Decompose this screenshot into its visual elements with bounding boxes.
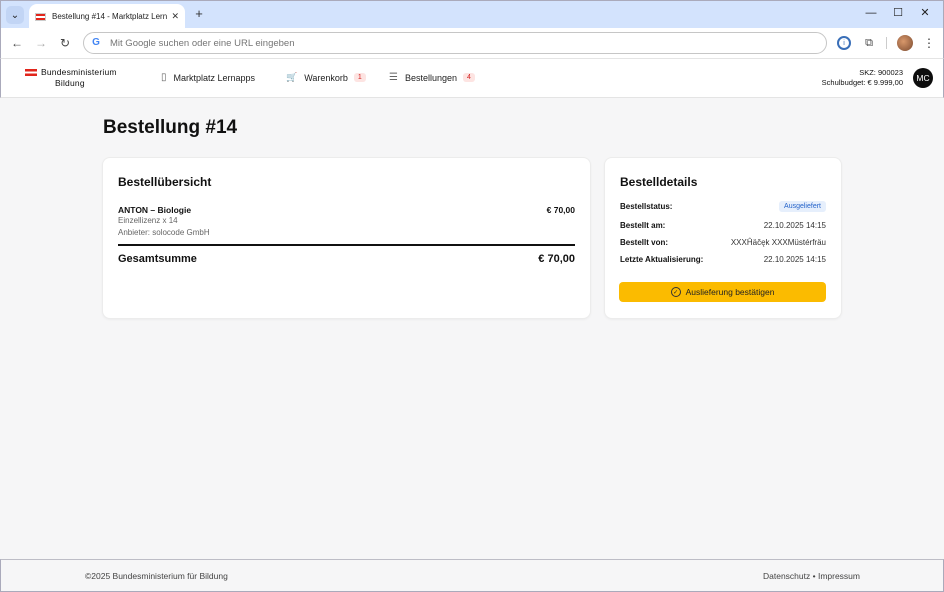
ministry-logo[interactable]: Bundesministerium Bildung: [25, 67, 117, 89]
browser-tab-bar: ⌄ Bestellung #14 - Marktplatz Lernapps ✕…: [0, 0, 944, 29]
line-item-vendor: Anbieter: solocode GmbH: [118, 228, 210, 237]
page-title: Bestellung #14: [103, 117, 238, 138]
detail-row-updated: Letzte Aktualisierung: 22.10.2025 14:15: [620, 253, 826, 265]
tab-search-button[interactable]: ⌄: [6, 6, 24, 24]
tab-close-icon[interactable]: ✕: [171, 11, 179, 22]
line-item-price: € 70,00: [546, 205, 575, 215]
profile-avatar-icon[interactable]: [897, 35, 913, 51]
school-code: SKZ: 900023: [859, 68, 903, 77]
nav-warenkorb-label: Warenkorb: [304, 72, 348, 83]
order-details-card: Bestelldetails Bestellstatus: Ausgeliefe…: [605, 158, 841, 318]
maximize-button[interactable]: ☐: [888, 5, 908, 21]
status-badge: Ausgeliefert: [779, 200, 826, 212]
app-header: Bundesministerium Bildung ▯ Marktplatz L…: [0, 58, 944, 98]
updated-value: 22.10.2025 14:15: [763, 254, 826, 264]
line-item-name: ANTON – Biologie: [118, 205, 192, 215]
updated-label: Letzte Aktualisierung:: [620, 254, 704, 264]
imprint-link[interactable]: Impressum: [818, 571, 860, 581]
austria-flag-favicon-icon: [35, 12, 46, 21]
new-tab-button[interactable]: +: [192, 6, 206, 22]
account-info: SKZ: 900023 Schulbudget: € 9.999,00: [822, 68, 903, 88]
page-footer: ©2025 Bundesministerium für Bildung Date…: [0, 559, 944, 592]
forward-button[interactable]: →: [33, 35, 49, 51]
logo-line-2: Bildung: [55, 78, 85, 88]
minimize-button[interactable]: —: [861, 5, 881, 21]
school-budget: Schulbudget: € 9.999,00: [821, 78, 903, 87]
orders-count-badge: 4: [463, 73, 475, 82]
ordered-at-label: Bestellt am:: [620, 220, 666, 230]
detail-row-ordered-at: Bestellt am: 22.10.2025 14:15: [620, 219, 826, 231]
password-manager-extension-icon[interactable]: i: [837, 36, 851, 50]
austria-flag-icon: [25, 69, 37, 76]
privacy-link[interactable]: Datenschutz: [763, 571, 810, 581]
browser-toolbar: ← → ↻ G i ⧉ ⋮: [0, 28, 944, 58]
nav-marktplatz[interactable]: ▯ Marktplatz Lernapps: [161, 72, 255, 83]
ordered-by-label: Bestellt von:: [620, 237, 669, 247]
address-bar[interactable]: G: [83, 32, 827, 54]
extensions-puzzle-icon[interactable]: ⧉: [861, 35, 877, 51]
nav-bestellungen[interactable]: ☰ Bestellungen 4: [389, 72, 475, 83]
footer-copyright: ©2025 Bundesministerium für Bildung: [85, 571, 228, 581]
status-label: Bestellstatus:: [620, 201, 673, 211]
ordered-at-value: 22.10.2025 14:15: [763, 220, 826, 230]
ordered-by-value: XXXĤäčęk XXXMüstérfräu: [730, 237, 826, 247]
nav-warenkorb[interactable]: 🛒 Warenkorb 1: [286, 72, 366, 83]
user-avatar[interactable]: MC: [913, 68, 933, 88]
overview-heading: Bestellübersicht: [118, 175, 212, 189]
total-value: € 70,00: [538, 253, 575, 265]
reload-button[interactable]: ↻: [57, 35, 73, 51]
window-close-button[interactable]: ✕: [915, 5, 935, 21]
total-label: Gesamtsumme: [118, 253, 197, 265]
confirm-delivery-button[interactable]: ✓ Auslieferung bestätigen: [619, 282, 826, 302]
cart-icon: 🛒: [286, 72, 298, 82]
browser-menu-icon[interactable]: ⋮: [921, 35, 937, 51]
order-overview-card: Bestellübersicht ANTON – Biologie € 70,0…: [103, 158, 590, 318]
line-item-license: Einzellizenz x 14: [118, 216, 178, 225]
list-icon: ☰: [389, 72, 398, 83]
total-divider: [118, 244, 575, 246]
detail-row-status: Bestellstatus: Ausgeliefert: [620, 200, 826, 212]
confirm-delivery-label: Auslieferung bestätigen: [685, 287, 775, 297]
cart-count-badge: 1: [353, 73, 366, 82]
nav-marktplatz-label: Marktplatz Lernapps: [173, 72, 256, 83]
footer-links: Datenschutz • Impressum: [763, 571, 860, 581]
toolbar-divider: [886, 37, 887, 49]
logo-line-1: Bundesministerium: [41, 67, 117, 77]
footer-link-separator: •: [810, 571, 818, 581]
check-circle-icon: ✓: [670, 287, 681, 297]
smartphone-icon: ▯: [161, 72, 167, 83]
browser-tab-active[interactable]: Bestellung #14 - Marktplatz Lernapps ✕: [29, 4, 185, 29]
nav-bestellungen-label: Bestellungen: [404, 72, 458, 83]
tab-title: Bestellung #14 - Marktplatz Lernapps: [52, 12, 168, 21]
google-icon: G: [92, 37, 100, 48]
url-input[interactable]: [110, 37, 710, 49]
back-button[interactable]: ←: [9, 35, 25, 51]
detail-row-ordered-by: Bestellt von: XXXĤäčęk XXXMüstérfräu: [620, 236, 826, 248]
details-heading: Bestelldetails: [620, 175, 698, 189]
